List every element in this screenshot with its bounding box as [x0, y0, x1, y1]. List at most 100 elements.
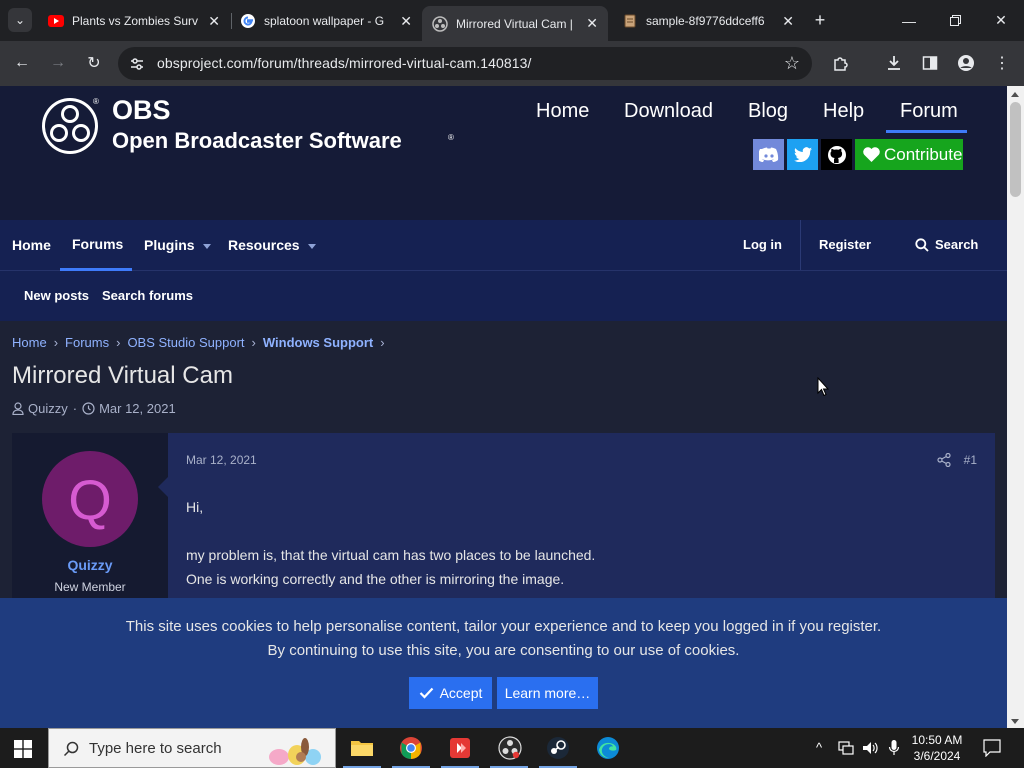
- chevron-right-icon: ›: [116, 335, 121, 350]
- caret-down-icon[interactable]: [307, 243, 316, 249]
- profile-icon: [958, 55, 974, 71]
- register-link[interactable]: Register: [819, 237, 871, 252]
- notifications-icon[interactable]: [983, 739, 1001, 757]
- reload-button[interactable]: ↻: [82, 51, 106, 75]
- cookie-notice-text: This site uses cookies to help personali…: [125, 618, 882, 635]
- page-scrollbar[interactable]: [1007, 86, 1024, 728]
- close-tab-icon[interactable]: ✕: [782, 13, 794, 30]
- tab-sample-document[interactable]: sample-8f9776ddceff6 ✕: [612, 6, 804, 36]
- brand-full[interactable]: Open Broadcaster Software: [112, 128, 402, 154]
- page-title: Mirrored Virtual Cam: [12, 362, 233, 389]
- forum-nav-forums[interactable]: Forums: [72, 236, 123, 252]
- taskbar-search-box[interactable]: Type here to search: [48, 728, 336, 768]
- caret-down-icon[interactable]: [202, 243, 211, 249]
- post-number[interactable]: #1: [964, 453, 977, 467]
- minimize-button[interactable]: —: [886, 0, 932, 41]
- restore-button[interactable]: [932, 0, 978, 41]
- downloads-button[interactable]: [882, 51, 906, 75]
- taskbar-app-obs[interactable]: [496, 734, 524, 762]
- tab-mirrored-virtual-cam[interactable]: Mirrored Virtual Cam | ✕: [422, 6, 608, 41]
- forward-button[interactable]: →: [46, 51, 70, 75]
- address-bar[interactable]: obsproject.com/forum/threads/mirrored-vi…: [118, 47, 812, 80]
- nav-divider: [800, 220, 801, 270]
- forum-nav-home[interactable]: Home: [12, 237, 51, 253]
- obs-logo-icon[interactable]: [41, 97, 99, 155]
- new-posts-link[interactable]: New posts: [24, 288, 89, 303]
- obs-icon: [432, 15, 448, 32]
- forum-nav-resources[interactable]: Resources: [228, 237, 316, 253]
- new-tab-button[interactable]: +: [810, 10, 830, 30]
- browser-toolbar: ← → ↻ obsproject.com/forum/threads/mirro…: [0, 41, 1024, 86]
- bookmark-star-icon[interactable]: ☆: [784, 53, 800, 74]
- side-panel-button[interactable]: [918, 51, 942, 75]
- profile-button[interactable]: [954, 51, 978, 75]
- login-link[interactable]: Log in: [743, 237, 782, 252]
- taskbar-app-red[interactable]: [446, 734, 474, 762]
- share-icon[interactable]: [937, 453, 951, 467]
- nav-home[interactable]: Home: [536, 100, 589, 123]
- nav-download[interactable]: Download: [624, 100, 713, 123]
- contribute-button[interactable]: Contribute: [855, 139, 963, 170]
- network-icon[interactable]: [838, 740, 854, 756]
- nav-help[interactable]: Help: [823, 100, 864, 123]
- windows-start-icon[interactable]: [14, 740, 32, 758]
- nav-blog[interactable]: Blog: [748, 100, 788, 123]
- close-window-button[interactable]: ✕: [978, 0, 1024, 41]
- github-button[interactable]: [821, 139, 852, 170]
- download-icon: [888, 56, 900, 70]
- puzzle-icon: [834, 57, 848, 71]
- extensions-button[interactable]: [829, 51, 853, 75]
- post-username[interactable]: Quizzy: [12, 557, 168, 573]
- search-forums-link[interactable]: Search forums: [102, 288, 193, 303]
- learn-more-button[interactable]: Learn more…: [497, 677, 598, 709]
- post-line: my problem is, that the virtual cam has …: [186, 547, 596, 563]
- breadcrumb-windows-support[interactable]: Windows Support: [263, 335, 373, 350]
- breadcrumb-home[interactable]: Home: [12, 335, 47, 350]
- menu-button[interactable]: ⋮: [990, 51, 1014, 75]
- tab-search-button[interactable]: ⌄: [8, 8, 32, 32]
- breadcrumb-forums[interactable]: Forums: [65, 335, 109, 350]
- side-panel-icon: [922, 56, 938, 70]
- close-tab-icon[interactable]: ✕: [586, 15, 598, 32]
- page-viewport: ® OBS Open Broadcaster Software ® Home D…: [0, 86, 1007, 728]
- chevron-right-icon: ›: [53, 335, 59, 350]
- microphone-icon[interactable]: [888, 739, 900, 757]
- discord-button[interactable]: [753, 139, 784, 170]
- avatar[interactable]: Q: [42, 451, 138, 547]
- thread-date[interactable]: Mar 12, 2021: [99, 401, 176, 416]
- taskbar-app-chrome[interactable]: [397, 734, 425, 762]
- clock-time: 10:50 AM: [911, 733, 963, 747]
- tab-splatoon-wallpaper[interactable]: splatoon wallpaper - G ✕: [230, 6, 422, 36]
- search-icon: [915, 237, 929, 252]
- forum-nav-plugins[interactable]: Plugins: [144, 237, 211, 253]
- close-tab-icon[interactable]: ✕: [400, 13, 412, 30]
- volume-icon[interactable]: [862, 740, 880, 756]
- search-link[interactable]: Search: [915, 237, 978, 252]
- back-button[interactable]: ←: [10, 51, 34, 75]
- thread-author[interactable]: Quizzy: [28, 401, 68, 416]
- taskbar-app-edge[interactable]: [594, 734, 622, 762]
- taskbar-app-file-explorer[interactable]: [348, 734, 376, 762]
- breadcrumb-obs-studio-support[interactable]: OBS Studio Support: [127, 335, 244, 350]
- show-hidden-icons-chevron-icon[interactable]: ^: [816, 740, 822, 755]
- scroll-up-arrow-icon[interactable]: [1011, 92, 1019, 97]
- easter-eggs-icon: [269, 738, 321, 765]
- system-clock[interactable]: 10:50 AM 3/6/2024: [906, 732, 968, 764]
- tab-plants-vs-zombies[interactable]: Plants vs Zombies Surv ✕: [38, 6, 230, 36]
- restore-icon: [949, 15, 961, 26]
- close-tab-icon[interactable]: ✕: [208, 13, 220, 30]
- diamond-app-icon: [450, 738, 470, 758]
- search-label: Search: [935, 237, 979, 252]
- accept-cookies-button[interactable]: Accept: [409, 677, 492, 709]
- twitter-button[interactable]: [787, 139, 818, 170]
- brand-short[interactable]: OBS: [112, 95, 171, 126]
- scroll-down-arrow-icon[interactable]: [1011, 719, 1019, 724]
- chevron-right-icon: ›: [251, 335, 256, 350]
- nav-forum[interactable]: Forum: [900, 100, 958, 123]
- discord-icon: [758, 147, 778, 162]
- site-settings-icon[interactable]: [128, 55, 146, 73]
- post-date[interactable]: Mar 12, 2021: [186, 453, 257, 467]
- taskbar-app-steam[interactable]: [544, 734, 572, 762]
- scrollbar-thumb[interactable]: [1010, 102, 1021, 197]
- thread-meta: Quizzy · Mar 12, 2021: [12, 401, 176, 416]
